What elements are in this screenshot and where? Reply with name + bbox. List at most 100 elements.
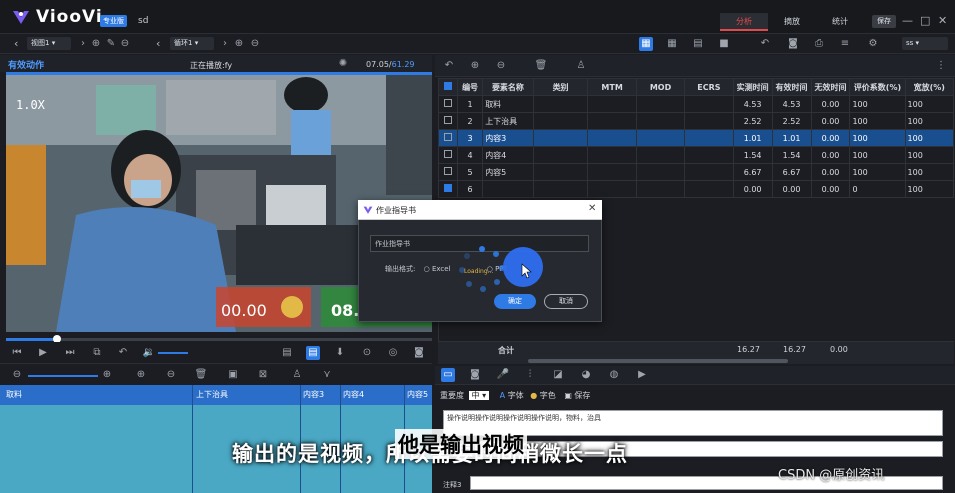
cell-no[interactable]: 5 bbox=[456, 163, 484, 181]
cell-measured[interactable]: 1.01 bbox=[732, 129, 773, 147]
cell-category[interactable] bbox=[532, 129, 589, 147]
segment-label[interactable]: 取料 bbox=[6, 389, 22, 400]
cell-allowance[interactable]: 100 bbox=[904, 95, 955, 113]
cell-invalid[interactable]: 0.00 bbox=[810, 129, 851, 147]
color-label[interactable]: 字色 bbox=[540, 391, 556, 400]
dialog-close-icon[interactable]: ✕ bbox=[588, 203, 596, 214]
prev-view-icon[interactable]: ‹ bbox=[14, 37, 18, 50]
tab-statistics[interactable]: 统计 bbox=[816, 13, 864, 31]
cell-checkbox[interactable] bbox=[438, 180, 458, 198]
cell-measured[interactable]: 6.67 bbox=[732, 163, 773, 181]
timeline-remove-icon[interactable]: ⊖ bbox=[164, 368, 178, 382]
cell-invalid[interactable]: 0.00 bbox=[810, 95, 851, 113]
table-more-icon[interactable]: ⋮ bbox=[934, 59, 948, 73]
col-header[interactable]: 编号 bbox=[456, 78, 484, 96]
screenshot-icon[interactable]: ⧉ bbox=[90, 346, 104, 360]
cell-eval[interactable]: 100 bbox=[849, 112, 906, 130]
cell-no[interactable]: 4 bbox=[456, 146, 484, 164]
dialog-ok-button[interactable]: 确定 bbox=[494, 294, 536, 309]
table-row[interactable]: 1 取料 4.53 4.53 0.00 100 100 bbox=[438, 95, 955, 113]
col-header[interactable]: 实测时间 bbox=[732, 78, 773, 96]
cell-eval[interactable]: 100 bbox=[849, 95, 906, 113]
table-row[interactable]: 3 内容3 1.01 1.01 0.00 100 100 bbox=[438, 129, 955, 147]
text-tab-icon[interactable]: ▭ bbox=[441, 368, 455, 382]
dialog-cancel-button[interactable]: 取消 bbox=[544, 294, 588, 309]
undo-icon[interactable]: ↶ bbox=[758, 37, 772, 51]
segment-label[interactable]: 内容3 bbox=[303, 389, 324, 400]
edit-icon[interactable]: ✎ bbox=[104, 37, 118, 51]
cell-category[interactable] bbox=[532, 180, 589, 198]
view-select[interactable]: 视图1 ▾ bbox=[27, 37, 71, 50]
cell-allowance[interactable]: 100 bbox=[904, 112, 955, 130]
timeline-person-icon[interactable]: ♙ bbox=[290, 368, 304, 382]
cell-name[interactable]: 内容5 bbox=[482, 163, 534, 181]
row-checkbox[interactable] bbox=[443, 133, 452, 141]
row-checkbox[interactable] bbox=[443, 184, 452, 192]
sync-tab-icon[interactable]: ◍ bbox=[607, 368, 621, 382]
menu-icon[interactable]: ≡ bbox=[838, 37, 852, 51]
close-icon[interactable]: ✕ bbox=[938, 14, 947, 27]
cell-checkbox[interactable] bbox=[438, 112, 458, 130]
doc-active-icon[interactable]: ▤ bbox=[306, 346, 320, 360]
skip-forward-icon[interactable]: ⏭ bbox=[63, 346, 77, 360]
maximize-icon[interactable]: □ bbox=[920, 14, 930, 27]
cell-mod[interactable] bbox=[635, 163, 686, 181]
next-loop-icon[interactable]: › bbox=[218, 37, 232, 51]
prev-loop-icon[interactable]: ‹ bbox=[156, 37, 160, 50]
excel-radio[interactable]: ○ Excel bbox=[424, 265, 451, 273]
save-icon[interactable]: ▣ bbox=[564, 391, 572, 400]
right-select[interactable]: ss ▾ bbox=[902, 37, 948, 50]
cell-ecrs[interactable] bbox=[684, 180, 734, 198]
cell-no[interactable]: 3 bbox=[456, 129, 484, 147]
layout-full-icon[interactable]: ■ bbox=[717, 37, 731, 51]
timeline-split-icon[interactable]: ⊠ bbox=[256, 368, 270, 382]
row-checkbox[interactable] bbox=[443, 167, 452, 175]
table-row[interactable]: 4 内容4 1.54 1.54 0.00 100 100 bbox=[438, 146, 955, 164]
col-header[interactable]: 宽放(%) bbox=[904, 78, 955, 96]
table-row[interactable]: 5 内容5 6.67 6.67 0.00 100 100 bbox=[438, 163, 955, 181]
cell-checkbox[interactable] bbox=[438, 146, 458, 164]
scroll-thumb[interactable] bbox=[528, 359, 788, 363]
table-hscrollbar[interactable] bbox=[438, 358, 954, 364]
cell-category[interactable] bbox=[532, 95, 589, 113]
cell-name[interactable]: 内容3 bbox=[482, 129, 534, 147]
select-all-checkbox[interactable] bbox=[443, 82, 452, 90]
font-icon[interactable]: A bbox=[500, 391, 505, 400]
cell-eval[interactable]: 100 bbox=[849, 146, 906, 164]
video-settings-icon[interactable]: ✺ bbox=[336, 57, 350, 71]
print-icon[interactable]: ⎙ bbox=[812, 37, 826, 51]
layout-grid-icon[interactable]: ▦ bbox=[665, 37, 679, 51]
cell-ecrs[interactable] bbox=[684, 163, 734, 181]
col-header[interactable]: 类别 bbox=[532, 78, 589, 96]
cell-mtm[interactable] bbox=[587, 163, 637, 181]
cell-checkbox[interactable] bbox=[438, 163, 458, 181]
cell-name[interactable]: 取料 bbox=[482, 95, 534, 113]
cell-measured[interactable]: 2.52 bbox=[732, 112, 773, 130]
camera-snap-icon[interactable]: ◙ bbox=[412, 346, 426, 360]
cell-allowance[interactable]: 100 bbox=[904, 180, 955, 198]
cell-checkbox[interactable] bbox=[438, 95, 458, 113]
cell-mtm[interactable] bbox=[587, 112, 637, 130]
cell-name[interactable]: 内容4 bbox=[482, 146, 534, 164]
cell-effective[interactable]: 1.01 bbox=[771, 129, 812, 147]
cell-mtm[interactable] bbox=[587, 95, 637, 113]
tab-analysis[interactable]: 分析 bbox=[720, 13, 768, 31]
font-label[interactable]: 字体 bbox=[508, 391, 524, 400]
col-header[interactable]: MOD bbox=[635, 78, 686, 96]
cell-checkbox[interactable] bbox=[438, 129, 458, 147]
col-header[interactable]: MTM bbox=[587, 78, 637, 96]
table-undo-icon[interactable]: ↶ bbox=[442, 59, 456, 73]
cell-no[interactable]: 6 bbox=[456, 180, 484, 198]
volume-slider[interactable] bbox=[158, 352, 188, 354]
cell-invalid[interactable]: 0.00 bbox=[810, 163, 851, 181]
segment-label[interactable]: 内容4 bbox=[343, 389, 364, 400]
cell-mod[interactable] bbox=[635, 180, 686, 198]
layout-split-icon[interactable]: ▤ bbox=[691, 37, 705, 51]
loop-select[interactable]: 循环1 ▾ bbox=[170, 37, 214, 50]
video-tab-icon[interactable]: ▶ bbox=[635, 368, 649, 382]
cell-ecrs[interactable] bbox=[684, 95, 734, 113]
cell-allowance[interactable]: 100 bbox=[904, 163, 955, 181]
cell-measured[interactable]: 4.53 bbox=[732, 95, 773, 113]
layout-single-icon[interactable]: ▦ bbox=[639, 37, 653, 51]
pie-tab-icon[interactable]: ◕ bbox=[579, 368, 593, 382]
